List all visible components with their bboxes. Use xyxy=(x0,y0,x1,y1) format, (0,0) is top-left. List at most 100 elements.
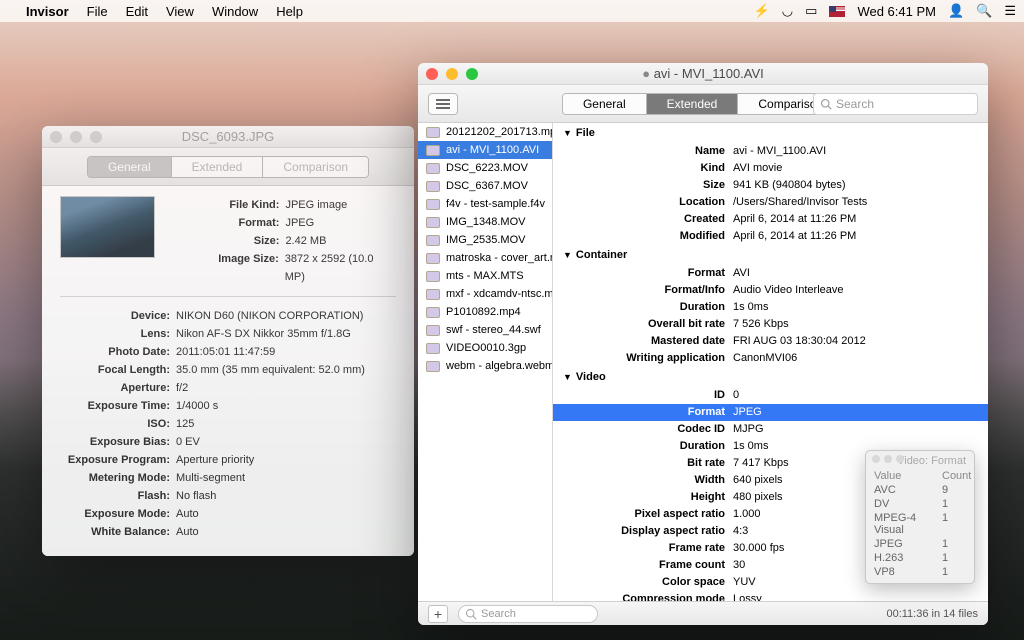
section-header-file[interactable]: ▼File xyxy=(553,123,988,143)
property-row[interactable]: FormatAVI xyxy=(553,265,988,282)
sidebar-item[interactable]: avi - MVI_1100.AVI xyxy=(418,141,552,159)
menubar: Invisor File Edit View Window Help ⚡ ◡ ▭… xyxy=(0,0,1024,22)
property-row[interactable]: Size941 KB (940804 bytes) xyxy=(553,177,988,194)
sidebar-item-label: swf - stereo_44.swf xyxy=(446,324,541,336)
property-row[interactable]: ModifiedApril 6, 2014 at 11:26 PM xyxy=(553,228,988,245)
fast-user-switch-icon[interactable]: ⚡ xyxy=(754,3,770,19)
file-icon xyxy=(426,325,440,336)
sidebar-item[interactable]: mxf - xdcamdv-ntsc.mxf xyxy=(418,285,552,303)
toolbar: General Extended Comparison xyxy=(42,148,414,186)
property-row[interactable]: ID0 xyxy=(553,387,988,404)
sidebar-item-label: mxf - xdcamdv-ntsc.mxf xyxy=(446,288,553,300)
info-row: Flash:No flash xyxy=(60,487,396,505)
disclosure-triangle-icon: ▼ xyxy=(563,128,572,138)
info-row: White Balance:Auto xyxy=(60,523,396,541)
status-text: 00:11:36 in 14 files xyxy=(886,608,978,620)
menu-file[interactable]: File xyxy=(87,4,108,19)
sidebar-item[interactable]: matroska - cover_art.mkv xyxy=(418,249,552,267)
property-row[interactable]: Overall bit rate7 526 Kbps xyxy=(553,316,988,333)
search-input[interactable]: Search xyxy=(813,93,978,115)
sidebar-item-label: DSC_6367.MOV xyxy=(446,180,528,192)
tab-extended[interactable]: Extended xyxy=(172,157,264,177)
tab-extended[interactable]: Extended xyxy=(647,94,739,114)
sidebar-item[interactable]: mts - MAX.MTS xyxy=(418,267,552,285)
property-row[interactable]: Format/InfoAudio Video Interleave xyxy=(553,282,988,299)
summary-row: MPEG-4 Visual1 xyxy=(866,511,974,537)
menu-edit[interactable]: Edit xyxy=(126,4,148,19)
property-row[interactable]: FormatJPEG xyxy=(553,404,988,421)
section-header-video[interactable]: ▼Video xyxy=(553,367,988,387)
menu-window[interactable]: Window xyxy=(212,4,258,19)
file-icon xyxy=(426,307,440,318)
add-button[interactable]: + xyxy=(428,605,448,623)
wifi-icon[interactable]: ◡ xyxy=(782,3,793,19)
input-source-flag-icon[interactable] xyxy=(829,6,845,17)
image-thumbnail xyxy=(60,196,155,258)
notification-center-icon[interactable]: ☰ xyxy=(1004,3,1016,19)
user-icon[interactable]: 👤 xyxy=(948,3,964,19)
sidebar-item[interactable]: IMG_1348.MOV xyxy=(418,213,552,231)
property-row[interactable]: Location/Users/Shared/Invisor Tests xyxy=(553,194,988,211)
sidebar-item[interactable]: 20121202_201713.mp4 xyxy=(418,123,552,141)
info-row: Photo Date:2011:05:01 11:47:59 xyxy=(60,343,396,361)
sidebar-search-input[interactable]: Search xyxy=(458,605,598,623)
tab-general[interactable]: General xyxy=(88,157,172,177)
sidebar-item[interactable]: P1010892.mp4 xyxy=(418,303,552,321)
section-header-container[interactable]: ▼Container xyxy=(553,245,988,265)
info-row: Lens:Nikon AF-S DX Nikkor 35mm f/1.8G xyxy=(60,325,396,343)
file-list-sidebar[interactable]: 20121202_201713.mp4avi - MVI_1100.AVI DSC… xyxy=(418,123,553,601)
sidebar-toggle-button[interactable] xyxy=(428,93,458,115)
battery-icon[interactable]: ▭ xyxy=(805,3,817,19)
property-row[interactable]: Duration1s 0ms xyxy=(553,299,988,316)
info-row: File Kind:JPEG image xyxy=(169,196,396,214)
menu-view[interactable]: View xyxy=(166,4,194,19)
search-icon xyxy=(465,608,477,620)
tab-comparison[interactable]: Comparison xyxy=(263,157,368,177)
property-row[interactable]: Codec IDMJPG xyxy=(553,421,988,438)
app-menu[interactable]: Invisor xyxy=(26,4,69,19)
property-row[interactable]: Nameavi - MVI_1100.AVI xyxy=(553,143,988,160)
menubar-clock[interactable]: Wed 6:41 PM xyxy=(857,4,936,19)
property-row[interactable]: Compression modeLossy xyxy=(553,591,988,601)
property-row[interactable]: Writing applicationCanonMVI06 xyxy=(553,350,988,367)
titlebar[interactable]: ● avi - MVI_1100.AVI xyxy=(418,63,988,85)
info-row: Device:NIKON D60 (NIKON CORPORATION) xyxy=(60,307,396,325)
info-row: Focal Length:35.0 mm (35 mm equivalent: … xyxy=(60,361,396,379)
sidebar-item[interactable]: swf - stereo_44.swf xyxy=(418,321,552,339)
info-row: Metering Mode:Multi-segment xyxy=(60,469,396,487)
property-row[interactable]: Mastered dateFRI AUG 03 18:30:04 2012 xyxy=(553,333,988,350)
file-icon xyxy=(426,361,440,372)
sidebar-item[interactable]: f4v - test-sample.f4v xyxy=(418,195,552,213)
detail-pane: File Kind:JPEG imageFormat:JPEGSize:2.42… xyxy=(42,186,414,556)
info-row: Image Size:3872 x 2592 (10.0 MP) xyxy=(169,250,396,286)
sidebar-item[interactable]: DSC_6367.MOV xyxy=(418,177,552,195)
file-icon xyxy=(426,271,440,282)
info-row: Size:2.42 MB xyxy=(169,232,396,250)
statusbar: + Search 00:11:36 in 14 files xyxy=(418,601,988,625)
property-row[interactable]: KindAVI movie xyxy=(553,160,988,177)
file-icon xyxy=(426,181,440,192)
sidebar-item[interactable]: IMG_2535.MOV xyxy=(418,231,552,249)
sidebar-item[interactable]: VIDEO0010.3gp xyxy=(418,339,552,357)
window-secondary: DSC_6093.JPG General Extended Comparison… xyxy=(42,126,414,556)
search-icon xyxy=(820,98,832,110)
sidebar-item-label: DSC_6223.MOV xyxy=(446,162,528,174)
info-row: Exposure Mode:Auto xyxy=(60,505,396,523)
sidebar-item[interactable]: DSC_6223.MOV xyxy=(418,159,552,177)
file-icon xyxy=(426,199,440,210)
summary-row: JPEG1 xyxy=(866,537,974,551)
file-icon xyxy=(426,217,440,228)
titlebar[interactable]: DSC_6093.JPG xyxy=(42,126,414,148)
summary-popover: Video: Format ValueCount AVC9DV1MPEG-4 V… xyxy=(865,450,975,584)
menu-help[interactable]: Help xyxy=(276,4,303,19)
tab-general[interactable]: General xyxy=(563,94,647,114)
disclosure-triangle-icon: ▼ xyxy=(563,250,572,260)
info-row: Format:JPEG xyxy=(169,214,396,232)
property-row[interactable]: CreatedApril 6, 2014 at 11:26 PM xyxy=(553,211,988,228)
spotlight-icon[interactable]: 🔍 xyxy=(976,3,992,19)
sidebar-item-label: avi - MVI_1100.AVI xyxy=(446,144,539,156)
file-icon xyxy=(426,127,440,138)
info-row: Exposure Program:Aperture priority xyxy=(60,451,396,469)
sidebar-item-label: webm - algebra.webm xyxy=(446,360,553,372)
sidebar-item[interactable]: webm - algebra.webm xyxy=(418,357,552,375)
